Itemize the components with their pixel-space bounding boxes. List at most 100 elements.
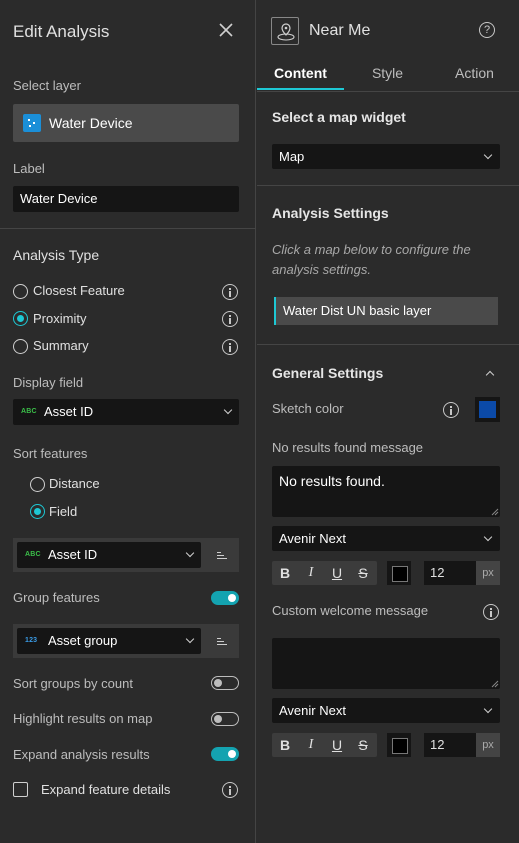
custom-welcome-textarea[interactable]	[272, 638, 500, 689]
number-type-icon: 123	[25, 637, 38, 644]
analysis-settings-title: Analysis Settings	[272, 205, 389, 221]
group-sort-order-button[interactable]	[205, 626, 239, 656]
summary-label: Summary	[33, 338, 89, 353]
bold-button[interactable]: B	[272, 733, 298, 757]
chevron-down-icon	[223, 405, 233, 415]
settings-panel: Near Me ? Content Style Action Select a …	[257, 0, 519, 843]
tab-action[interactable]: Action	[431, 56, 518, 90]
expand-results-toggle[interactable]	[211, 747, 239, 761]
field-label: Field	[49, 504, 78, 519]
select-map-title: Select a map widget	[272, 109, 406, 125]
tab-content[interactable]: Content	[257, 56, 344, 90]
analysis-type-title: Analysis Type	[13, 247, 100, 263]
chevron-down-icon	[185, 634, 195, 644]
label-input-value: Water Device	[20, 191, 98, 206]
group-features-label: Group features	[13, 590, 100, 605]
widget-icon	[271, 17, 299, 45]
info-icon[interactable]	[222, 782, 238, 798]
layer-icon	[23, 114, 41, 132]
radio-proximity[interactable]	[13, 311, 28, 326]
font-size-unit: px	[476, 561, 500, 585]
edit-analysis-panel: Edit Analysis Select layer Water Device …	[0, 0, 256, 843]
select-layer-label: Select layer	[13, 78, 81, 93]
widget-title: Near Me	[309, 22, 371, 39]
sketch-color-picker[interactable]	[475, 397, 500, 422]
tab-style[interactable]: Style	[344, 56, 431, 90]
font-size-unit: px	[476, 733, 500, 757]
chevron-down-icon	[185, 548, 195, 558]
no-results-value: No results found.	[279, 473, 385, 489]
help-icon[interactable]: ?	[479, 22, 495, 38]
group-field-select[interactable]: 123 Asset group	[17, 628, 201, 654]
map-widget-select[interactable]: Map	[272, 144, 500, 169]
highlight-label: Highlight results on map	[13, 711, 153, 726]
font-color-picker[interactable]	[387, 733, 411, 757]
font-size-input[interactable]: 12	[424, 733, 476, 757]
sort-groups-toggle[interactable]	[211, 676, 239, 690]
chevron-up-icon[interactable]	[485, 370, 495, 380]
map-widget-value: Map	[279, 149, 305, 164]
radio-distance[interactable]	[30, 477, 45, 492]
info-icon[interactable]	[443, 402, 459, 418]
layer-name: Water Device	[49, 115, 133, 131]
label-label: Label	[13, 161, 45, 176]
sort-field-select[interactable]: ABC Asset ID	[17, 542, 201, 568]
underline-button[interactable]: U	[324, 733, 350, 757]
radio-field[interactable]	[30, 504, 45, 519]
close-icon[interactable]	[218, 22, 234, 38]
distance-label: Distance	[49, 476, 100, 491]
sort-order-button[interactable]	[205, 540, 239, 570]
map-layer-name: Water Dist UN basic layer	[283, 303, 432, 318]
strikethrough-button[interactable]: S	[350, 561, 376, 585]
chevron-down-icon	[483, 150, 493, 160]
format-toolbar: B I U S	[272, 561, 377, 585]
format-toolbar: B I U S	[272, 733, 377, 757]
highlight-toggle[interactable]	[211, 712, 239, 726]
group-field-value: Asset group	[48, 633, 118, 648]
info-icon[interactable]	[222, 339, 238, 355]
strikethrough-button[interactable]: S	[350, 733, 376, 757]
closest-feature-label: Closest Feature	[33, 283, 125, 298]
sort-field-value: Asset ID	[48, 547, 98, 562]
sort-groups-label: Sort groups by count	[13, 676, 133, 691]
expand-details-label: Expand feature details	[41, 782, 171, 797]
info-icon[interactable]	[483, 604, 499, 620]
string-type-icon: ABC	[25, 551, 41, 558]
display-field-select[interactable]: ABC Asset ID	[13, 399, 239, 425]
italic-button[interactable]: I	[298, 733, 324, 757]
proximity-label: Proximity	[33, 311, 87, 326]
sort-features-label: Sort features	[13, 446, 88, 461]
panel-title: Edit Analysis	[13, 22, 110, 41]
info-icon[interactable]	[222, 311, 238, 327]
map-layer-item[interactable]: Water Dist UN basic layer	[274, 297, 498, 325]
font-size-input[interactable]: 12	[424, 561, 476, 585]
font-color-picker[interactable]	[387, 561, 411, 585]
no-results-label: No results found message	[272, 440, 424, 455]
sketch-color-label: Sketch color	[272, 401, 344, 416]
analysis-settings-hint: Click a map below to configure the analy…	[272, 242, 471, 277]
custom-welcome-label: Custom welcome message	[272, 603, 429, 618]
bold-button[interactable]: B	[272, 561, 298, 585]
chevron-down-icon	[483, 532, 493, 542]
label-input[interactable]: Water Device	[13, 186, 239, 212]
sketch-color-swatch	[479, 401, 496, 418]
font-select-2[interactable]: Avenir Next	[272, 698, 500, 723]
no-results-textarea[interactable]: No results found.	[272, 466, 500, 517]
chevron-down-icon	[483, 704, 493, 714]
italic-button[interactable]: I	[298, 561, 324, 585]
string-type-icon: ABC	[21, 408, 37, 415]
font-value: Avenir Next	[279, 703, 346, 718]
radio-closest-feature[interactable]	[13, 284, 28, 299]
group-features-toggle[interactable]	[211, 591, 239, 605]
expand-results-label: Expand analysis results	[13, 747, 150, 762]
radio-summary[interactable]	[13, 339, 28, 354]
layer-item[interactable]: Water Device	[13, 104, 239, 142]
underline-button[interactable]: U	[324, 561, 350, 585]
font-value: Avenir Next	[279, 531, 346, 546]
general-settings-title: General Settings	[272, 365, 384, 381]
display-field-value: Asset ID	[44, 404, 94, 419]
info-icon[interactable]	[222, 284, 238, 300]
font-select-1[interactable]: Avenir Next	[272, 526, 500, 551]
display-field-label: Display field	[13, 375, 84, 390]
expand-details-checkbox[interactable]	[13, 782, 28, 797]
